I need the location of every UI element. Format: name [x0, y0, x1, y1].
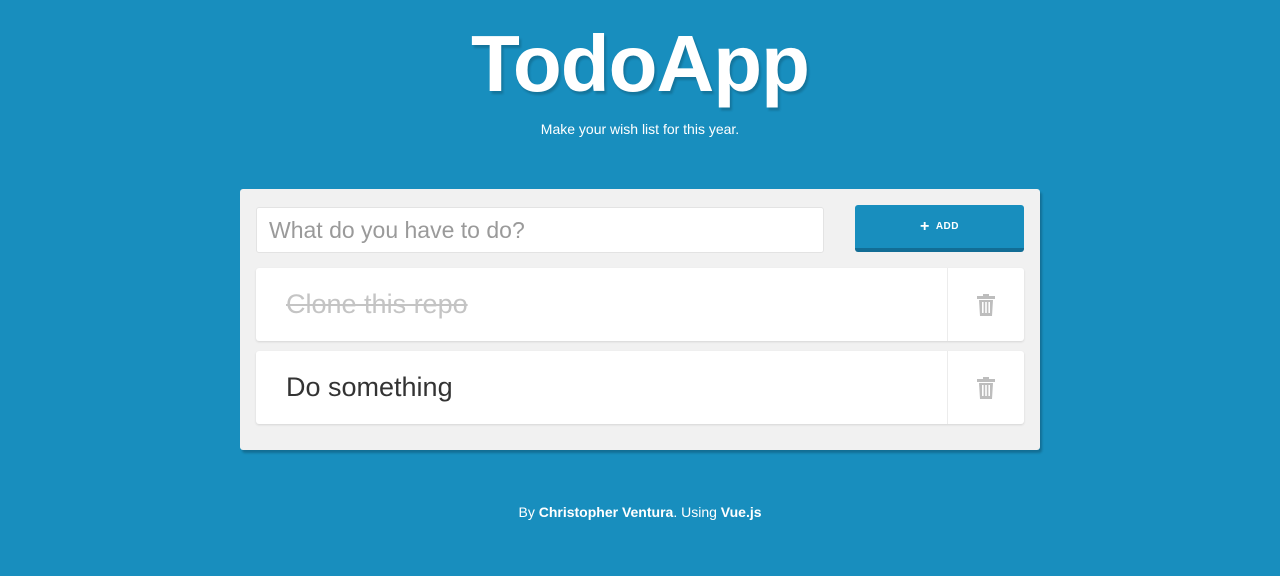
- footer-prefix: By: [518, 504, 539, 520]
- author-link[interactable]: Christopher Ventura: [539, 504, 674, 520]
- trash-icon: [977, 293, 995, 316]
- add-button-label: ADD: [935, 221, 959, 232]
- todo-card: + ADD Clone this repo Do something: [240, 189, 1040, 450]
- footer-middle: . Using: [673, 504, 721, 520]
- add-button[interactable]: + ADD: [855, 205, 1024, 252]
- footer: By Christopher Ventura. Using Vue.js: [0, 502, 1280, 522]
- trash-icon: [977, 376, 995, 399]
- new-todo-input[interactable]: [256, 207, 824, 253]
- todo-item: Do something: [256, 351, 1024, 424]
- delete-button[interactable]: [947, 351, 1024, 424]
- app-title: TodoApp: [470, 19, 810, 108]
- app-subtitle: Make your wish list for this year.: [540, 121, 740, 137]
- todo-item: Clone this repo: [256, 268, 1024, 341]
- vuejs-link[interactable]: Vue.js: [721, 504, 762, 520]
- delete-button[interactable]: [947, 268, 1024, 341]
- plus-icon: +: [919, 217, 930, 235]
- todo-text[interactable]: Clone this repo: [286, 268, 468, 341]
- todo-app-page: TodoApp Make your wish list for this yea…: [0, 0, 1280, 576]
- todo-text[interactable]: Do something: [286, 351, 453, 424]
